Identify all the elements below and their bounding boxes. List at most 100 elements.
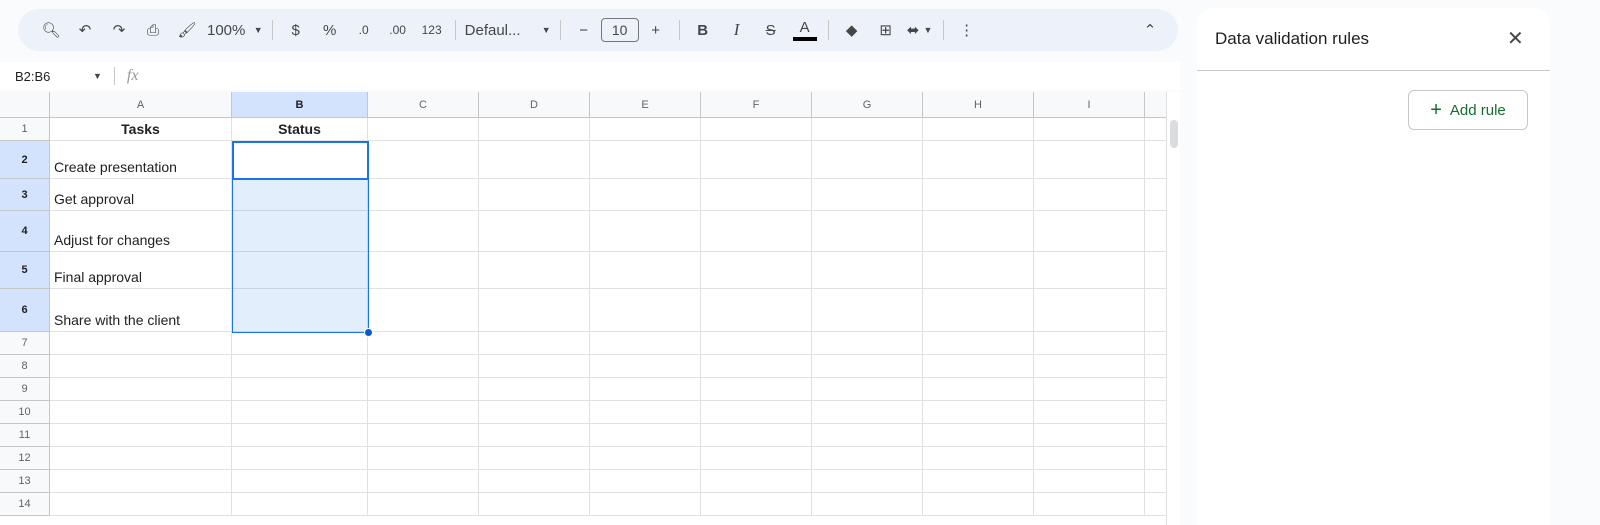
cell-G3[interactable] xyxy=(812,179,923,211)
cell-G2[interactable] xyxy=(812,141,923,179)
cell-extra2[interactable] xyxy=(1145,141,1166,179)
cell-B10[interactable] xyxy=(232,401,368,424)
cell-E4[interactable] xyxy=(590,211,701,252)
zoom-select[interactable]: 100% ▼ xyxy=(207,16,263,44)
cell-extra7[interactable] xyxy=(1145,332,1166,355)
cell-extra8[interactable] xyxy=(1145,355,1166,378)
italic-button[interactable]: I xyxy=(723,16,751,44)
vertical-scrollbar[interactable] xyxy=(1166,92,1180,525)
cell-G5[interactable] xyxy=(812,252,923,289)
search-icon[interactable]: 🔍︎ xyxy=(37,16,65,44)
cell-extra10[interactable] xyxy=(1145,401,1166,424)
cell-I14[interactable] xyxy=(1034,493,1145,516)
cell-E7[interactable] xyxy=(590,332,701,355)
cell-F5[interactable] xyxy=(701,252,812,289)
cell-F6[interactable] xyxy=(701,289,812,332)
cell-I12[interactable] xyxy=(1034,447,1145,470)
collapse-toolbar-icon[interactable]: ⌃ xyxy=(1136,16,1164,44)
cell-E6[interactable] xyxy=(590,289,701,332)
cell-I3[interactable] xyxy=(1034,179,1145,211)
cell-C8[interactable] xyxy=(368,355,479,378)
cell-B13[interactable] xyxy=(232,470,368,493)
column-header-B[interactable]: B xyxy=(232,92,368,118)
cell-B11[interactable] xyxy=(232,424,368,447)
strikethrough-icon[interactable]: S xyxy=(757,16,785,44)
cell-extra5[interactable] xyxy=(1145,252,1166,289)
more-options-icon[interactable]: ⋮ xyxy=(953,16,981,44)
row-header-13[interactable]: 13 xyxy=(0,470,50,493)
cell-C6[interactable] xyxy=(368,289,479,332)
cell-I10[interactable] xyxy=(1034,401,1145,424)
cell-D4[interactable] xyxy=(479,211,590,252)
cell-C13[interactable] xyxy=(368,470,479,493)
cell-G11[interactable] xyxy=(812,424,923,447)
cell-I8[interactable] xyxy=(1034,355,1145,378)
cell-extra9[interactable] xyxy=(1145,378,1166,401)
column-header-G[interactable]: G xyxy=(812,92,923,118)
cell-H9[interactable] xyxy=(923,378,1034,401)
cell-G10[interactable] xyxy=(812,401,923,424)
close-icon[interactable]: ✕ xyxy=(1507,26,1524,51)
cell-I1[interactable] xyxy=(1034,118,1145,141)
cell-A7[interactable] xyxy=(50,332,232,355)
cell-H2[interactable] xyxy=(923,141,1034,179)
column-header-F[interactable]: F xyxy=(701,92,812,118)
cell-I13[interactable] xyxy=(1034,470,1145,493)
cell-A5[interactable]: Final approval xyxy=(50,252,232,289)
redo-icon[interactable]: ↷ xyxy=(105,16,133,44)
cell-H1[interactable] xyxy=(923,118,1034,141)
cell-F4[interactable] xyxy=(701,211,812,252)
cell-extra13[interactable] xyxy=(1145,470,1166,493)
cell-A1[interactable]: Tasks xyxy=(50,118,232,141)
cell-C7[interactable] xyxy=(368,332,479,355)
row-header-8[interactable]: 8 xyxy=(0,355,50,378)
cell-G6[interactable] xyxy=(812,289,923,332)
row-header-14[interactable]: 14 xyxy=(0,493,50,516)
cell-D12[interactable] xyxy=(479,447,590,470)
row-header-9[interactable]: 9 xyxy=(0,378,50,401)
fill-handle[interactable] xyxy=(364,328,373,337)
cell-B8[interactable] xyxy=(232,355,368,378)
row-header-3[interactable]: 3 xyxy=(0,179,50,211)
cell-B9[interactable] xyxy=(232,378,368,401)
cell-D10[interactable] xyxy=(479,401,590,424)
cell-H12[interactable] xyxy=(923,447,1034,470)
cell-B14[interactable] xyxy=(232,493,368,516)
cell-E3[interactable] xyxy=(590,179,701,211)
cell-D8[interactable] xyxy=(479,355,590,378)
cell-H13[interactable] xyxy=(923,470,1034,493)
cell-I11[interactable] xyxy=(1034,424,1145,447)
cell-A4[interactable]: Adjust for changes xyxy=(50,211,232,252)
cell-C2[interactable] xyxy=(368,141,479,179)
text-color-button[interactable]: A xyxy=(791,16,819,44)
cell-E14[interactable] xyxy=(590,493,701,516)
cell-E8[interactable] xyxy=(590,355,701,378)
fill-color-icon[interactable]: ◆ xyxy=(838,16,866,44)
increase-decimal-button[interactable]: .00 xyxy=(384,16,412,44)
undo-icon[interactable]: ↶ xyxy=(71,16,99,44)
cell-G7[interactable] xyxy=(812,332,923,355)
cell-F9[interactable] xyxy=(701,378,812,401)
column-header-H[interactable]: H xyxy=(923,92,1034,118)
row-header-4[interactable]: 4 xyxy=(0,211,50,252)
row-header-12[interactable]: 12 xyxy=(0,447,50,470)
cell-E9[interactable] xyxy=(590,378,701,401)
cell-E12[interactable] xyxy=(590,447,701,470)
cell-H5[interactable] xyxy=(923,252,1034,289)
cell-H7[interactable] xyxy=(923,332,1034,355)
cell-E11[interactable] xyxy=(590,424,701,447)
cell-F10[interactable] xyxy=(701,401,812,424)
decrease-font-size-button[interactable]: − xyxy=(570,16,598,44)
cell-F13[interactable] xyxy=(701,470,812,493)
row-header-2[interactable]: 2 xyxy=(0,141,50,179)
row-header-6[interactable]: 6 xyxy=(0,289,50,332)
cell-extra4[interactable] xyxy=(1145,211,1166,252)
cell-H14[interactable] xyxy=(923,493,1034,516)
cell-G8[interactable] xyxy=(812,355,923,378)
cell-E10[interactable] xyxy=(590,401,701,424)
cell-G9[interactable] xyxy=(812,378,923,401)
borders-icon[interactable]: ⊞ xyxy=(872,16,900,44)
increase-font-size-button[interactable]: + xyxy=(642,16,670,44)
cell-C9[interactable] xyxy=(368,378,479,401)
cell-H10[interactable] xyxy=(923,401,1034,424)
